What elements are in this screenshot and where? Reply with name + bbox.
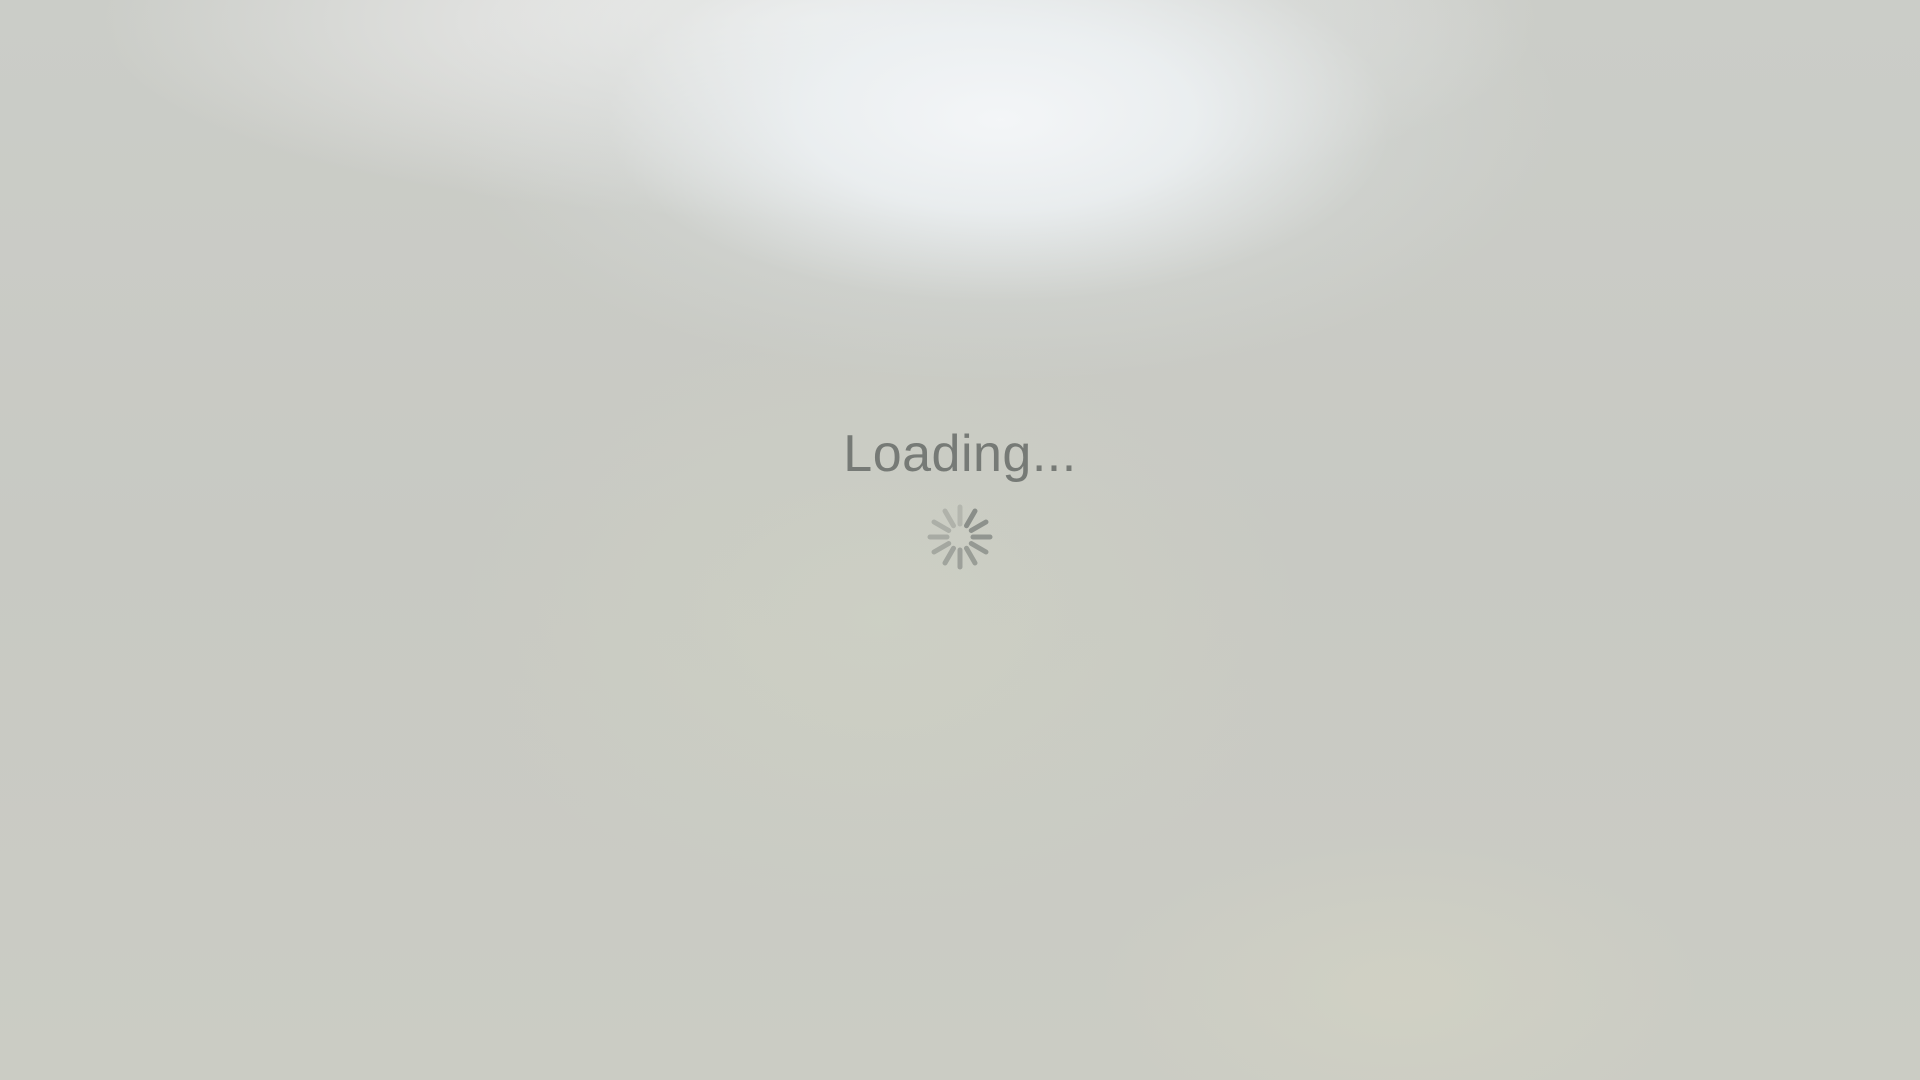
spinner-spoke [968, 519, 989, 533]
spinner-spoke [931, 541, 952, 555]
spinner-spoke [964, 545, 978, 566]
activity-spinner-icon [927, 504, 993, 570]
spinner-spoke [931, 519, 952, 533]
spinner-spoke [964, 508, 978, 529]
loading-message: Loading... [843, 425, 1077, 483]
spinner-spoke [942, 508, 956, 529]
spinner-spoke [968, 541, 989, 555]
loading-indicator: Loading... [760, 422, 1160, 592]
spinner-spoke [942, 545, 956, 566]
